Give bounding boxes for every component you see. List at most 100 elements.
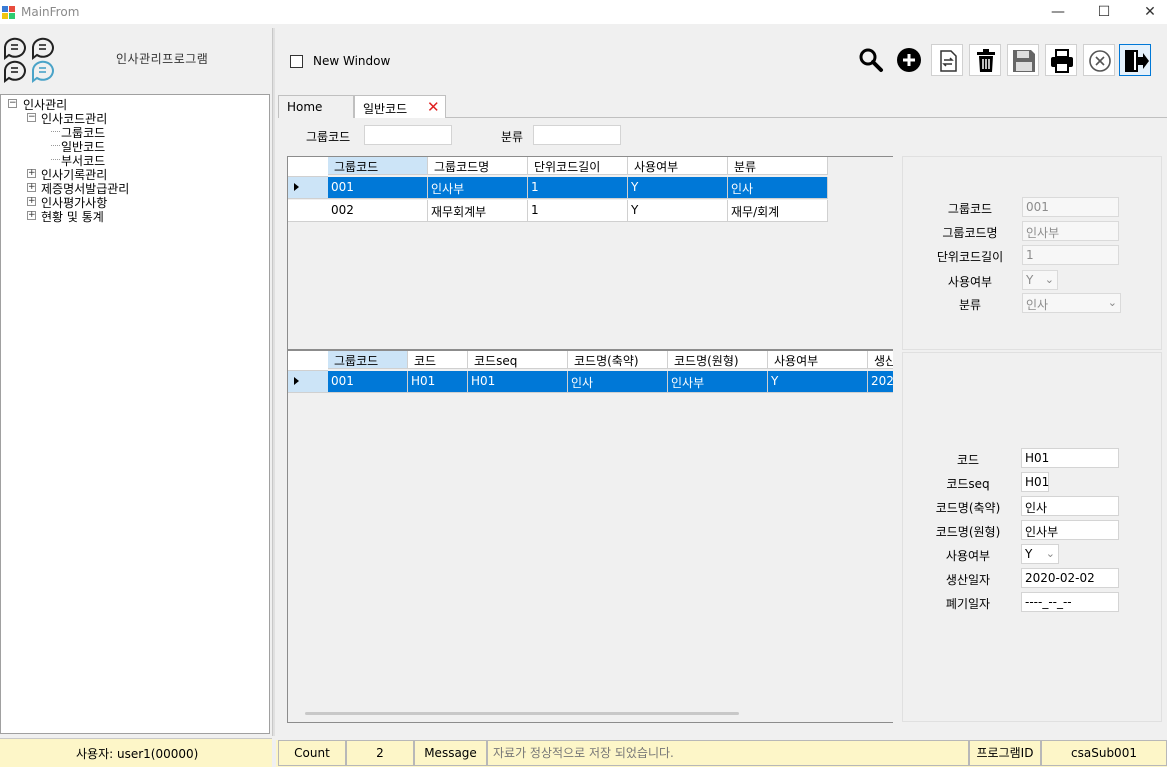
row-pointer-icon xyxy=(294,183,299,191)
grid-cell[interactable]: 재무회계부 xyxy=(428,200,528,222)
tree-expand-toggle[interactable]: + xyxy=(27,197,36,206)
grid-column-header[interactable]: 코드 xyxy=(408,351,468,369)
grid-column-header[interactable]: 그룹코드 xyxy=(328,351,408,369)
tree-connector xyxy=(51,131,60,132)
save-icon xyxy=(1013,50,1035,72)
search-button[interactable] xyxy=(855,44,887,76)
grid-cell[interactable]: 인사 xyxy=(568,371,668,393)
grid-cell[interactable]: 2020 xyxy=(868,371,893,393)
grid-corner xyxy=(288,351,328,371)
detail-field-input[interactable]: 인사 xyxy=(1021,496,1119,516)
cancel-button[interactable] xyxy=(1083,44,1115,76)
grid-cell[interactable]: 인사 xyxy=(728,177,828,199)
grid-column-header[interactable]: 단위코드길이 xyxy=(528,157,628,175)
status-message-label: Message xyxy=(414,740,487,766)
grid-cell[interactable]: 1 xyxy=(528,200,628,222)
grid-cell[interactable]: 001 xyxy=(328,177,428,199)
detail-field-input[interactable]: 인사부 xyxy=(1022,221,1119,241)
tree-expand-toggle[interactable]: + xyxy=(27,169,36,178)
detail-field-value: 1 xyxy=(1026,248,1034,262)
tree-connector xyxy=(51,145,60,146)
grid-cell[interactable]: Y xyxy=(768,371,868,393)
grid-column-header[interactable]: 그룹코드명 xyxy=(428,157,528,175)
status-message-value: 자료가 정상적으로 저장 되었습니다. xyxy=(487,740,969,766)
maximize-button[interactable]: ☐ xyxy=(1081,0,1127,24)
grid-cell[interactable]: 001 xyxy=(328,371,408,393)
grid-cell[interactable]: 인사부 xyxy=(668,371,768,393)
exit-button[interactable] xyxy=(1119,44,1151,76)
grid-column-header[interactable]: 사용여부 xyxy=(628,157,728,175)
status-count-label: Count xyxy=(278,740,346,766)
delete-button[interactable] xyxy=(969,44,1001,76)
grid-column-header[interactable]: 사용여부 xyxy=(768,351,868,369)
grid-cell[interactable]: 재무/회계 xyxy=(728,200,828,222)
code-grid[interactable]: 그룹코드코드코드seq코드명(축약)코드명(원형)사용여부생산001H01H01… xyxy=(287,350,893,723)
horizontal-scrollbar[interactable] xyxy=(305,712,739,715)
chevron-down-icon: ⌄ xyxy=(1107,296,1117,309)
tree-expand-toggle[interactable]: + xyxy=(27,183,36,192)
detail-field-label: 코드 xyxy=(956,453,980,467)
grid-cell[interactable]: 1 xyxy=(528,177,628,199)
filter-group-code-label: 그룹코드 xyxy=(306,130,351,144)
row-header[interactable] xyxy=(288,371,328,393)
detail-field-value: ----_--_-- xyxy=(1025,595,1072,609)
grid-cell[interactable]: 002 xyxy=(328,200,428,222)
menu-tree[interactable]: − 인사관리 − 인사코드관리 그룹코드 일반코드 부서코드 + 인사기록관리 + 제증명서발급관리… xyxy=(0,94,270,734)
tree-connector xyxy=(51,159,60,160)
print-button[interactable] xyxy=(1045,44,1077,76)
close-window-button[interactable]: ✕ xyxy=(1127,0,1167,24)
detail-field-input[interactable]: 인사 ⌄ xyxy=(1022,293,1121,313)
group-code-grid[interactable]: 그룹코드 그룹코드명 단위코드길이 사용여부 분류 001 인사부 1 Y 인사 002 재무회계부 1… xyxy=(287,156,893,350)
detail-field-label: 생산일자 xyxy=(945,573,991,587)
new-window-checkbox[interactable] xyxy=(290,55,303,68)
grid-cell[interactable]: Y xyxy=(628,200,728,222)
print-icon xyxy=(1051,49,1073,73)
row-header[interactable] xyxy=(288,177,328,199)
detail-field-input[interactable]: H01 xyxy=(1021,472,1049,492)
delete-icon xyxy=(977,49,995,72)
detail-field-input[interactable]: 001 xyxy=(1022,197,1119,217)
detail-field-input[interactable]: H01 xyxy=(1021,448,1119,468)
filter-group-code-input[interactable] xyxy=(364,125,452,145)
detail-field-input[interactable]: 1 xyxy=(1022,245,1119,265)
grid-column-header[interactable]: 그룹코드 xyxy=(328,157,428,175)
row-pointer-icon xyxy=(294,377,299,385)
tree-expand-toggle[interactable]: − xyxy=(8,99,17,108)
tree-expand-toggle[interactable]: − xyxy=(27,113,36,122)
grid-column-header[interactable]: 분류 xyxy=(728,157,828,175)
grid-column-header[interactable]: 코드seq xyxy=(468,351,568,369)
grid-column-header[interactable]: 코드명(축약) xyxy=(568,351,668,369)
grid-cell[interactable]: H01 xyxy=(468,371,568,393)
detail-field-input[interactable]: 2020-02-02 xyxy=(1021,568,1119,588)
window-title: MainFrom xyxy=(21,5,80,19)
save-button[interactable] xyxy=(1007,44,1039,76)
grid-column-header[interactable]: 코드명(원형) xyxy=(668,351,768,369)
chevron-down-icon: ⌄ xyxy=(1045,547,1055,560)
row-header[interactable] xyxy=(288,200,328,222)
tree-item-label[interactable]: 현황 및 통계 xyxy=(41,208,104,225)
detail-field-input[interactable]: 인사부 xyxy=(1021,520,1119,540)
grid-cell[interactable]: H01 xyxy=(408,371,468,393)
grid-cell[interactable]: 인사부 xyxy=(428,177,528,199)
grid-cell[interactable]: Y xyxy=(628,177,728,199)
detail-field-value: H01 xyxy=(1025,451,1050,465)
grid-column-header[interactable]: 생산 xyxy=(868,351,893,369)
detail-field-label: 코드명(원형) xyxy=(935,525,1001,539)
new-window-label: New Window xyxy=(313,54,391,68)
detail-field-input[interactable]: ----_--_-- xyxy=(1021,592,1119,612)
detail-field-input[interactable]: Y ⌄ xyxy=(1021,544,1059,564)
tab-home[interactable]: Home xyxy=(278,95,354,118)
add-button[interactable] xyxy=(893,44,925,76)
splitter[interactable] xyxy=(272,28,275,736)
detail-field-value: Y xyxy=(1026,273,1034,287)
detail-field-input[interactable]: Y ⌄ xyxy=(1022,270,1058,290)
tree-expand-toggle[interactable]: + xyxy=(27,211,36,220)
detail-field-value: 인사 xyxy=(1025,501,1048,515)
filter-category-input[interactable] xyxy=(533,125,621,145)
refresh-icon xyxy=(940,50,957,72)
close-tab-icon[interactable]: ✕ xyxy=(427,98,440,116)
refresh-button[interactable] xyxy=(931,44,963,76)
cancel-icon xyxy=(1089,50,1111,72)
minimize-button[interactable]: — xyxy=(1035,0,1081,24)
tab-general-code-label: 일반코드 xyxy=(363,102,408,116)
